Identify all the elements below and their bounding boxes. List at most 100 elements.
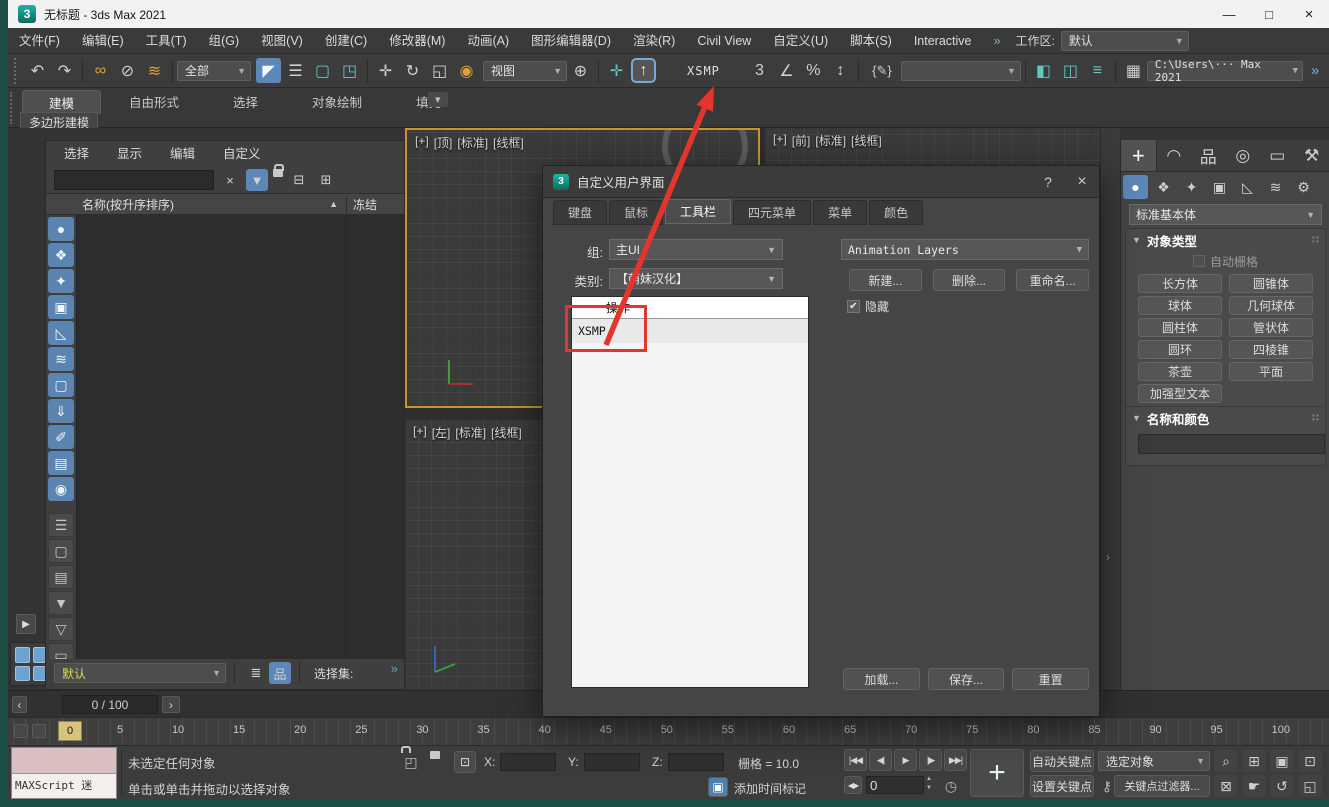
dialog-action-button[interactable]: 新建... bbox=[849, 269, 922, 291]
workspace-dropdown[interactable]: 默认▼ bbox=[1061, 31, 1189, 51]
maximize-viewport-toggle-icon[interactable]: ◱ bbox=[1298, 775, 1322, 797]
explorer-object-list[interactable] bbox=[76, 215, 404, 661]
spinner-up-icon[interactable]: ▲ bbox=[926, 775, 932, 784]
toggle-scene-explorer-icon[interactable]: ▦ bbox=[1121, 58, 1146, 83]
object-name-input[interactable] bbox=[1138, 434, 1325, 454]
playback-button[interactable]: ▶ bbox=[894, 749, 917, 771]
selection-preset-dropdown[interactable]: 默认▼ bbox=[54, 663, 226, 683]
display-containers-icon[interactable]: ▤ bbox=[48, 451, 74, 475]
use-pivot-point-center-icon[interactable]: ⊕ bbox=[568, 58, 593, 83]
lock-explorer-icon[interactable] bbox=[273, 169, 283, 177]
object-type-button[interactable]: 加强型文本 bbox=[1138, 384, 1222, 403]
keyboard-override-toggle-icon[interactable]: ↑ bbox=[631, 58, 656, 83]
ribbon-tab[interactable]: 自由形式 bbox=[103, 90, 205, 114]
toolbar-name-dropdown[interactable]: Animation Layers▼ bbox=[841, 239, 1089, 260]
window-crossing-icon[interactable]: ◳ bbox=[337, 58, 362, 83]
auto-key-button[interactable]: 自动关键点 bbox=[1030, 750, 1094, 772]
edit-named-selection-sets-icon[interactable]: {✎} bbox=[864, 58, 900, 83]
current-frame-spinner[interactable] bbox=[866, 776, 924, 794]
zoom-icon[interactable]: ⌕ bbox=[1214, 750, 1238, 772]
bind-to-space-warp-icon[interactable]: ≋ bbox=[142, 58, 167, 83]
dialog-tab[interactable]: 颜色 bbox=[869, 200, 923, 225]
percent-snap-icon[interactable]: % bbox=[801, 58, 826, 83]
minimize-button[interactable]: — bbox=[1209, 0, 1249, 28]
explorer-column-header[interactable]: 名称(按升序排序) ▲ 冻结 bbox=[46, 193, 404, 215]
dialog-tab[interactable]: 工具栏 bbox=[665, 199, 731, 224]
timeline-prev-icon[interactable]: ‹ bbox=[12, 696, 27, 713]
display-helpers-icon[interactable]: ◺ bbox=[48, 321, 74, 345]
menu-item[interactable]: 文件(F) bbox=[8, 28, 71, 54]
menu-item[interactable]: 图形编辑器(D) bbox=[520, 28, 622, 54]
viewport-label[interactable]: [标准] bbox=[455, 424, 486, 441]
y-coordinate-field[interactable] bbox=[584, 753, 640, 771]
object-type-button[interactable]: 几何球体 bbox=[1229, 296, 1313, 315]
ribbon-tab[interactable]: 对象绘制 bbox=[286, 90, 388, 114]
display-visibility-eye-icon[interactable]: ◉ bbox=[48, 477, 74, 501]
explorer-menu-item[interactable]: 自定义 bbox=[209, 141, 275, 167]
time-tag-cube-icon[interactable]: ▣ bbox=[708, 777, 728, 797]
named-selection-sets-dropdown[interactable]: ▼ bbox=[901, 61, 1021, 81]
object-type-button[interactable]: 圆柱体 bbox=[1138, 318, 1222, 337]
menu-item[interactable]: 自定义(U) bbox=[762, 28, 839, 54]
search-filter-funnel-icon[interactable]: ▼ bbox=[246, 169, 268, 191]
undo-icon[interactable]: ↶ bbox=[25, 58, 50, 83]
blank-view-icon[interactable]: ▢ bbox=[48, 539, 74, 563]
project-folder-dropdown[interactable]: C:\Users\··· Max 2021▼ bbox=[1147, 61, 1303, 81]
trackbar-mini-curve-icon[interactable] bbox=[14, 724, 28, 738]
display-groups-icon[interactable]: ▢ bbox=[48, 373, 74, 397]
column-frozen[interactable]: 冻结 bbox=[346, 196, 404, 213]
xsmp-toolbar-button[interactable]: XSMP bbox=[687, 64, 720, 78]
viewport-label[interactable]: [+] bbox=[413, 424, 427, 441]
object-type-button[interactable]: 圆环 bbox=[1138, 340, 1222, 359]
detail-view-icon[interactable]: ▤ bbox=[48, 565, 74, 589]
object-type-button[interactable]: 长方体 bbox=[1138, 274, 1222, 293]
spinner-snap-icon[interactable]: ↕ bbox=[828, 58, 853, 83]
select-and-link-icon[interactable]: ∞ bbox=[88, 58, 113, 83]
motion-tab-icon[interactable]: ◎ bbox=[1226, 140, 1261, 171]
object-type-rollout-header[interactable]: ▼ 对象类型 ∷ bbox=[1126, 229, 1325, 251]
explorer-menu-item[interactable]: 编辑 bbox=[156, 141, 209, 167]
zoom-extents-icon[interactable]: ▣ bbox=[1270, 750, 1294, 772]
dialog-footer-button[interactable]: 加载... bbox=[843, 668, 920, 690]
maxscript-listener-output[interactable] bbox=[12, 748, 116, 774]
display-shapes-icon[interactable]: ❖ bbox=[48, 243, 74, 267]
viewport-label[interactable]: [顶] bbox=[434, 134, 453, 151]
select-and-scale-icon[interactable]: ◱ bbox=[427, 58, 452, 83]
angle-snap-icon[interactable]: ∠ bbox=[774, 58, 799, 83]
dialog-tab[interactable]: 鼠标 bbox=[609, 200, 663, 225]
display-xrefs-icon[interactable]: ⇓ bbox=[48, 399, 74, 423]
hierarchy-tab-icon[interactable]: 品 bbox=[1191, 140, 1226, 171]
time-slider-marker[interactable]: 0 bbox=[58, 721, 82, 741]
menu-item[interactable]: 脚本(S) bbox=[839, 28, 903, 54]
toolbar-drag-handle[interactable] bbox=[14, 58, 20, 84]
time-ruler[interactable]: 0 05101520253035404550556065707580859095… bbox=[8, 717, 1329, 745]
set-key-big-button[interactable]: + bbox=[970, 749, 1024, 797]
menu-item[interactable]: 视图(V) bbox=[250, 28, 314, 54]
menu-item[interactable]: 修改器(M) bbox=[378, 28, 456, 54]
viewport-label[interactable]: [标准] bbox=[815, 132, 846, 149]
zoom-all-icon[interactable]: ⊞ bbox=[1242, 750, 1266, 772]
zoom-extents-all-icon[interactable]: ⊡ bbox=[1298, 750, 1322, 772]
viewport-label[interactable]: [标准] bbox=[457, 134, 488, 151]
explorer-menu-item[interactable]: 显示 bbox=[103, 141, 156, 167]
dialog-close-button[interactable]: × bbox=[1065, 173, 1099, 191]
viewport-label[interactable]: [前] bbox=[792, 132, 811, 149]
object-type-button[interactable]: 平面 bbox=[1229, 362, 1313, 381]
expand-tree-icon[interactable]: ⊟ bbox=[288, 169, 310, 191]
group-dropdown[interactable]: 主UI▼ bbox=[609, 239, 783, 260]
add-time-tag-label[interactable]: 添加时间标记 bbox=[734, 780, 806, 797]
pan-icon[interactable]: ☛ bbox=[1242, 775, 1266, 797]
select-and-manipulate-icon[interactable]: ✛ bbox=[604, 58, 629, 83]
rollout-grip-icon[interactable]: ∷ bbox=[1312, 413, 1319, 424]
collapse-tree-icon[interactable]: ⊞ bbox=[315, 169, 337, 191]
modify-tab-icon[interactable]: ◠ bbox=[1157, 140, 1192, 171]
object-type-button[interactable]: 四棱锥 bbox=[1229, 340, 1313, 359]
set-key-button[interactable]: 设置关键点 bbox=[1030, 775, 1094, 797]
explorer-search-input[interactable] bbox=[54, 170, 214, 190]
object-class-dropdown[interactable]: 标准基本体▼ bbox=[1129, 204, 1322, 225]
display-space-warps-icon[interactable]: ≋ bbox=[48, 347, 74, 371]
selection-region-cycle-icon[interactable]: ◰ bbox=[400, 751, 422, 773]
expand-panel-arrow-icon[interactable]: ▶ bbox=[16, 614, 36, 634]
z-coordinate-field[interactable] bbox=[668, 753, 724, 771]
space-warps-category-icon[interactable]: ≋ bbox=[1263, 175, 1288, 199]
